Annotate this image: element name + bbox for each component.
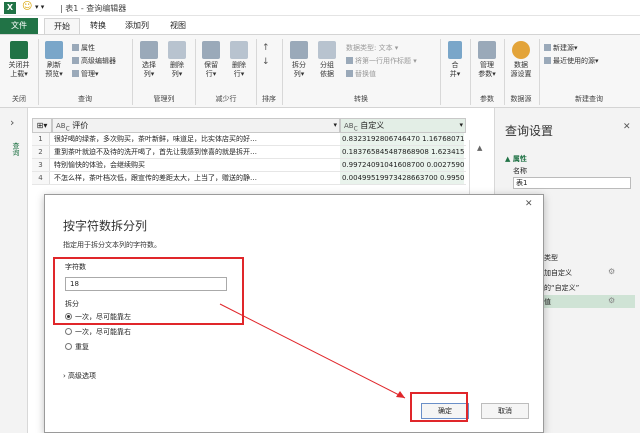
- annotation-arrow: [219, 303, 406, 399]
